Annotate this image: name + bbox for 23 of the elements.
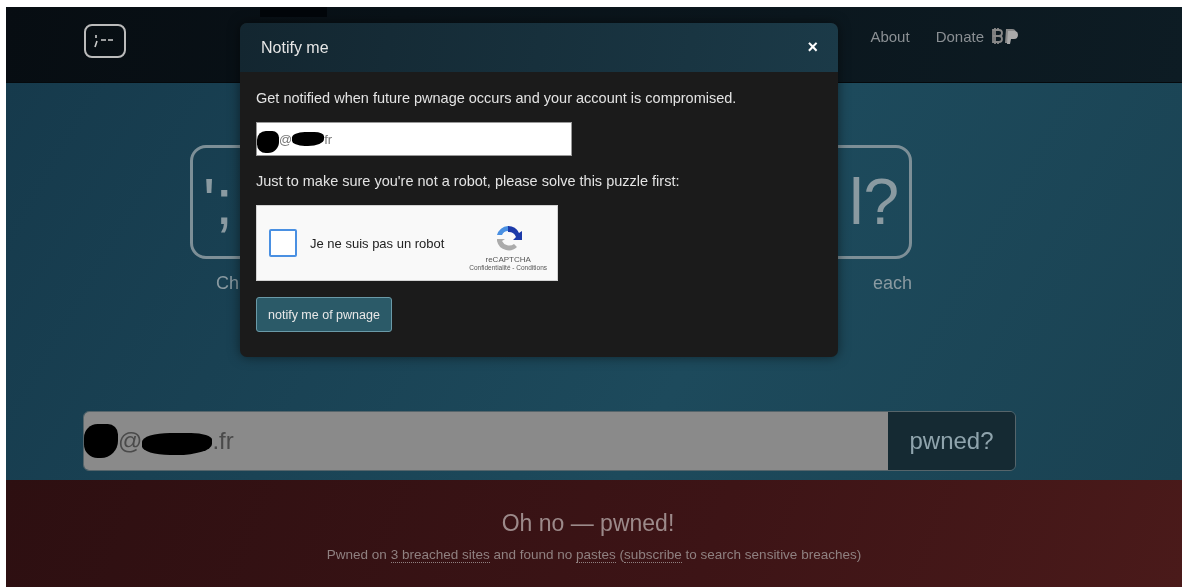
redaction-mark <box>257 131 279 153</box>
result-title: Oh no — pwned! <box>501 510 675 537</box>
summary-link[interactable]: subscribe <box>624 547 682 563</box>
summary-text: and found no <box>492 547 574 563</box>
notify-button[interactable]: notify me of pwnage <box>256 297 392 332</box>
summary-link[interactable]: 3 breached sites <box>390 547 490 563</box>
caption: Ch <box>215 273 240 294</box>
dialog-title: Notify me <box>261 38 329 57</box>
summary-text: Pwned on <box>326 547 388 563</box>
close-button[interactable]: × <box>807 37 818 58</box>
email-field[interactable]: @ fr <box>256 122 572 156</box>
summary-text: ( <box>618 547 625 563</box>
summary-link[interactable]: pastes <box>576 547 616 563</box>
summary-text: to search sensitive breaches) <box>684 547 862 563</box>
payment-icons[interactable] <box>990 27 1018 45</box>
redaction-mark <box>292 132 325 146</box>
intro-text: Get notified when future pwnage occurs and your account is compromised. <box>256 90 738 106</box>
recaptcha-label: reCAPTCHA <box>485 255 531 264</box>
logo-icon[interactable] <box>84 24 126 58</box>
caption: each <box>872 273 912 294</box>
captcha-checkbox[interactable] <box>269 229 297 257</box>
nav-link[interactable]: Donate <box>935 27 984 45</box>
nav-link[interactable]: About <box>870 27 910 45</box>
